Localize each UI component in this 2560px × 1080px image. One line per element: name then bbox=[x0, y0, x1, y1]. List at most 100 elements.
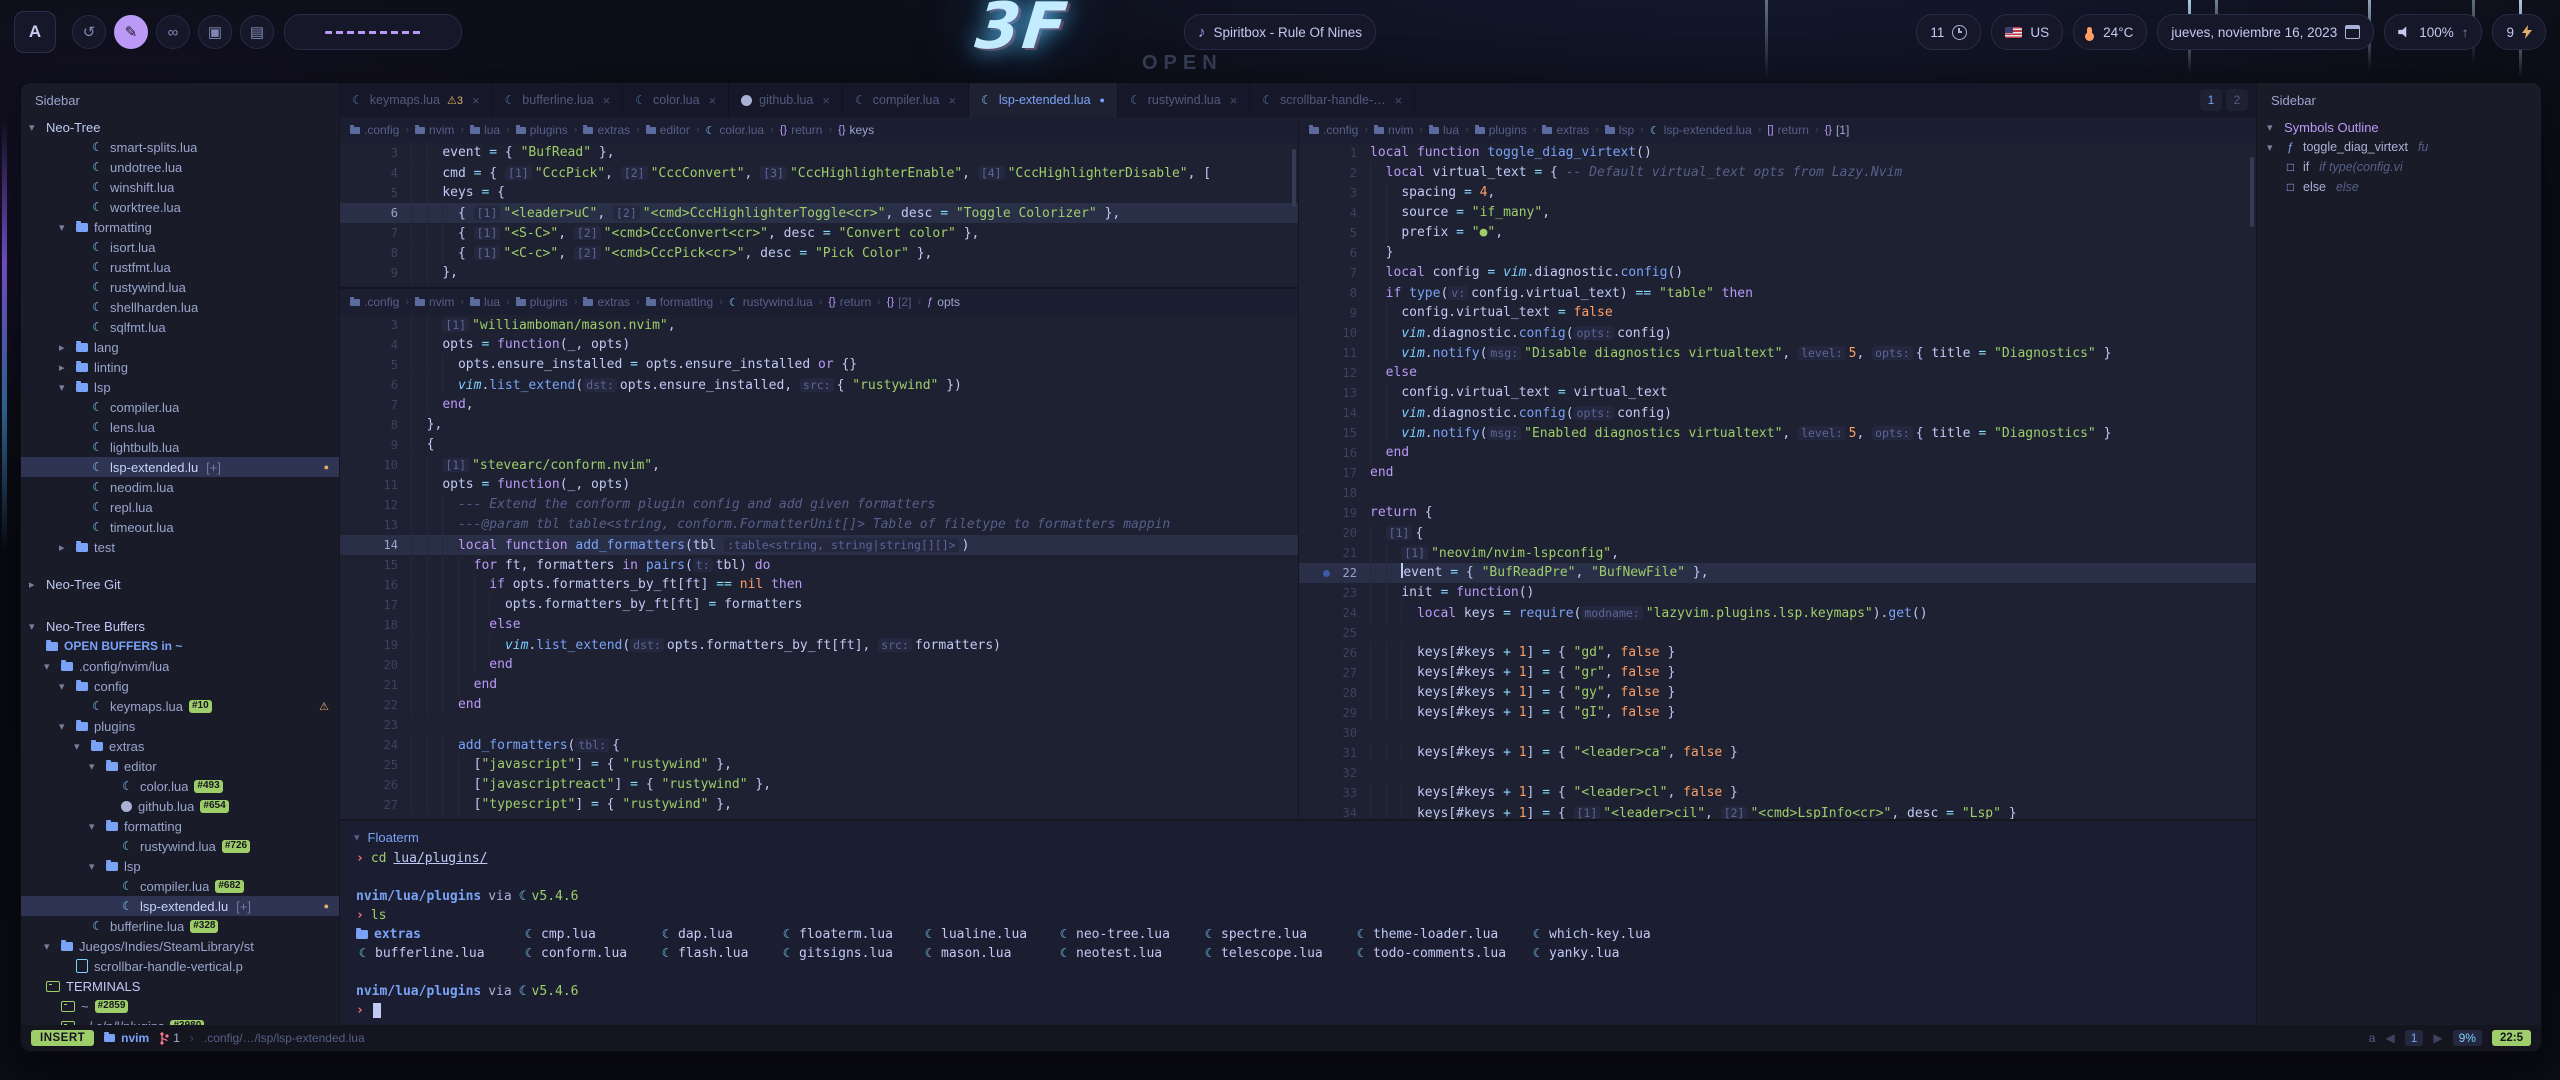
close-icon[interactable]: × bbox=[472, 93, 480, 108]
tree-item[interactable]: ▾config bbox=[21, 676, 339, 696]
tree-item[interactable]: ☾winshift.lua bbox=[21, 177, 339, 197]
close-icon[interactable]: × bbox=[1395, 93, 1403, 108]
neotree-body[interactable]: ▾Neo-Tree☾smart-splits.lua☾undotree.lua☾… bbox=[21, 117, 339, 1025]
scrollbar[interactable] bbox=[1292, 149, 1296, 207]
breadcrumb-item[interactable]: extras bbox=[583, 295, 630, 309]
tree-item[interactable]: ▾.config/nvim/lua bbox=[21, 656, 339, 676]
editor-tab[interactable]: ☾keymaps.lua⚠3× bbox=[340, 83, 493, 117]
breadcrumb-item[interactable]: {}[2] bbox=[887, 295, 912, 309]
code-editor-lsp-extended-lua[interactable]: 1local function toggle_diag_virtext()2 l… bbox=[1299, 143, 2256, 819]
breadcrumb-item[interactable]: lsp bbox=[1605, 123, 1634, 137]
tree-item[interactable]: ☾compiler.lua#682 bbox=[21, 876, 339, 896]
now-playing-widget[interactable]: ♪ Spiritbox - Rule Of Nines bbox=[1184, 14, 1376, 50]
workspace-button[interactable]: ∞ bbox=[156, 15, 190, 49]
close-icon[interactable]: × bbox=[603, 93, 611, 108]
tree-item[interactable]: ☾neodim.lua bbox=[21, 477, 339, 497]
breadcrumb-item[interactable]: nvim bbox=[415, 123, 454, 137]
close-icon[interactable]: × bbox=[822, 93, 830, 108]
breadcrumb-item[interactable]: formatting bbox=[646, 295, 713, 309]
tree-item[interactable]: ▾editor bbox=[21, 756, 339, 776]
tree-item[interactable]: scrollbar-handle-vertical.p bbox=[21, 956, 339, 976]
workspace-button[interactable]: ▣ bbox=[198, 15, 232, 49]
tree-item[interactable]: ☾bufferline.lua#328 bbox=[21, 916, 339, 936]
workspace-button[interactable]: ✎ bbox=[114, 15, 148, 49]
tree-section-header[interactable]: TERMINALS bbox=[21, 976, 339, 996]
breadcrumb-item[interactable]: plugins bbox=[516, 123, 568, 137]
launcher-button[interactable]: A bbox=[14, 11, 56, 53]
tab-number[interactable]: 2 bbox=[2226, 89, 2248, 111]
keyboard-layout-widget[interactable]: US bbox=[1991, 14, 2063, 50]
date-widget[interactable]: jueves, noviembre 16, 2023 bbox=[2157, 14, 2374, 50]
tree-item[interactable]: ☾smart-splits.lua bbox=[21, 137, 339, 157]
editor-tab[interactable]: github.lua× bbox=[729, 83, 843, 117]
breadcrumb-item[interactable]: extras bbox=[583, 123, 630, 137]
breadcrumb-item[interactable]: lua bbox=[470, 295, 500, 309]
tree-item[interactable]: ▾lsp bbox=[21, 377, 339, 397]
weather-widget[interactable]: 24°C bbox=[2073, 14, 2147, 50]
tree-item[interactable]: ▾Juegos/Indies/SteamLibrary/st bbox=[21, 936, 339, 956]
breadcrumb[interactable]: .config›nvim›lua›plugins›extras›formatti… bbox=[340, 289, 1298, 315]
editor-tab[interactable]: ☾scrollbar-handle-…× bbox=[1250, 83, 1415, 117]
breadcrumb-item[interactable]: ☾lsp-extended.lua bbox=[1650, 123, 1752, 137]
tree-item[interactable]: ☾timeout.lua bbox=[21, 517, 339, 537]
tree-item[interactable]: ▾plugins bbox=[21, 716, 339, 736]
tree-section-header[interactable]: ▾Neo-Tree bbox=[21, 117, 339, 137]
breadcrumb-item[interactable]: {}return bbox=[828, 295, 871, 309]
editor-tab[interactable]: ☾color.lua× bbox=[623, 83, 729, 117]
tree-item[interactable]: ☾lsp-extended.lu[+]● bbox=[21, 896, 339, 916]
breadcrumb-item[interactable]: .config bbox=[350, 295, 399, 309]
breadcrumb[interactable]: .config›nvim›lua›plugins›extras›lsp›☾lsp… bbox=[1299, 117, 2256, 143]
editor-tab[interactable]: ☾compiler.lua× bbox=[843, 83, 969, 117]
tree-item[interactable]: ☾lens.lua bbox=[21, 417, 339, 437]
floaterm-titlebar[interactable]: ▾ Floaterm bbox=[340, 825, 2256, 849]
breadcrumb-item[interactable]: plugins bbox=[1475, 123, 1527, 137]
breadcrumb-item[interactable]: extras bbox=[1542, 123, 1589, 137]
close-icon[interactable]: × bbox=[1230, 93, 1238, 108]
breadcrumb-item[interactable]: nvim bbox=[1374, 123, 1413, 137]
breadcrumb-item[interactable]: {}keys bbox=[838, 123, 874, 137]
breadcrumb-item[interactable]: lua bbox=[1429, 123, 1459, 137]
scrollbar[interactable] bbox=[2250, 157, 2254, 227]
tree-item[interactable]: ☾worktree.lua bbox=[21, 197, 339, 217]
tab-prev-icon[interactable]: ◀ bbox=[2385, 1031, 2394, 1045]
breadcrumb-item[interactable]: .config bbox=[1309, 123, 1358, 137]
breadcrumb-item[interactable]: ƒopts bbox=[927, 295, 960, 309]
power-widget[interactable]: 9 bbox=[2492, 14, 2546, 50]
tree-section-header[interactable]: ▸Neo-Tree Git bbox=[21, 574, 339, 594]
breadcrumb-item[interactable]: nvim bbox=[415, 295, 454, 309]
workspace-button[interactable]: ▤ bbox=[240, 15, 274, 49]
workspace-button[interactable]: ↺ bbox=[72, 15, 106, 49]
tree-item[interactable]: ▸lang bbox=[21, 337, 339, 357]
tree-item[interactable]: ☾repl.lua bbox=[21, 497, 339, 517]
tree-item[interactable]: ☾compiler.lua bbox=[21, 397, 339, 417]
editor-tab[interactable]: ☾rustywind.lua× bbox=[1118, 83, 1250, 117]
breadcrumb-item[interactable]: editor bbox=[646, 123, 690, 137]
tree-item[interactable]: ☾rustfmt.lua bbox=[21, 257, 339, 277]
breadcrumb-item[interactable]: .config bbox=[350, 123, 399, 137]
tree-item[interactable]: ☾lsp-extended.lu[+]● bbox=[21, 457, 339, 477]
updates-widget[interactable]: 11 bbox=[1916, 14, 1981, 50]
outline-item[interactable]: ▾ƒtoggle_diag_virtextfu bbox=[2257, 137, 2541, 157]
tree-item[interactable]: ☾color.lua#493 bbox=[21, 776, 339, 796]
breadcrumb-item[interactable]: {}return bbox=[780, 123, 823, 137]
breadcrumb-item[interactable]: []return bbox=[1767, 123, 1808, 137]
tree-item[interactable]: ☾sqlfmt.lua bbox=[21, 317, 339, 337]
tree-item[interactable]: ▸linting bbox=[21, 357, 339, 377]
tab-number[interactable]: 1 bbox=[2200, 89, 2222, 111]
tab-next-icon[interactable]: ▶ bbox=[2433, 1031, 2442, 1045]
tree-item[interactable]: ☾rustywind.lua bbox=[21, 277, 339, 297]
code-editor-rustywind-lua[interactable]: 3 [1]"williamboman/mason.nvim",4 opts = … bbox=[340, 315, 1298, 819]
tabpage-indicator[interactable]: 1 bbox=[2405, 1030, 2424, 1046]
tree-item[interactable]: ▾lsp bbox=[21, 856, 339, 876]
volume-widget[interactable]: 100% ↑ bbox=[2384, 14, 2482, 50]
prompt-input[interactable] bbox=[284, 14, 462, 50]
tree-section-header[interactable]: ▾Neo-Tree Buffers bbox=[21, 616, 339, 636]
tree-item[interactable]: ☾lightbulb.lua bbox=[21, 437, 339, 457]
tree-item[interactable]: ~#2859 bbox=[21, 996, 339, 1016]
tree-item[interactable]: ▾formatting bbox=[21, 217, 339, 237]
outline-item[interactable]: □ifif type(config.vi bbox=[2257, 157, 2541, 177]
tree-item[interactable]: ☾rustywind.lua#726 bbox=[21, 836, 339, 856]
editor-tab[interactable]: ☾bufferline.lua× bbox=[493, 83, 624, 117]
tree-item[interactable]: OPEN BUFFERS in ~ bbox=[21, 636, 339, 656]
breadcrumb-item[interactable]: lua bbox=[470, 123, 500, 137]
